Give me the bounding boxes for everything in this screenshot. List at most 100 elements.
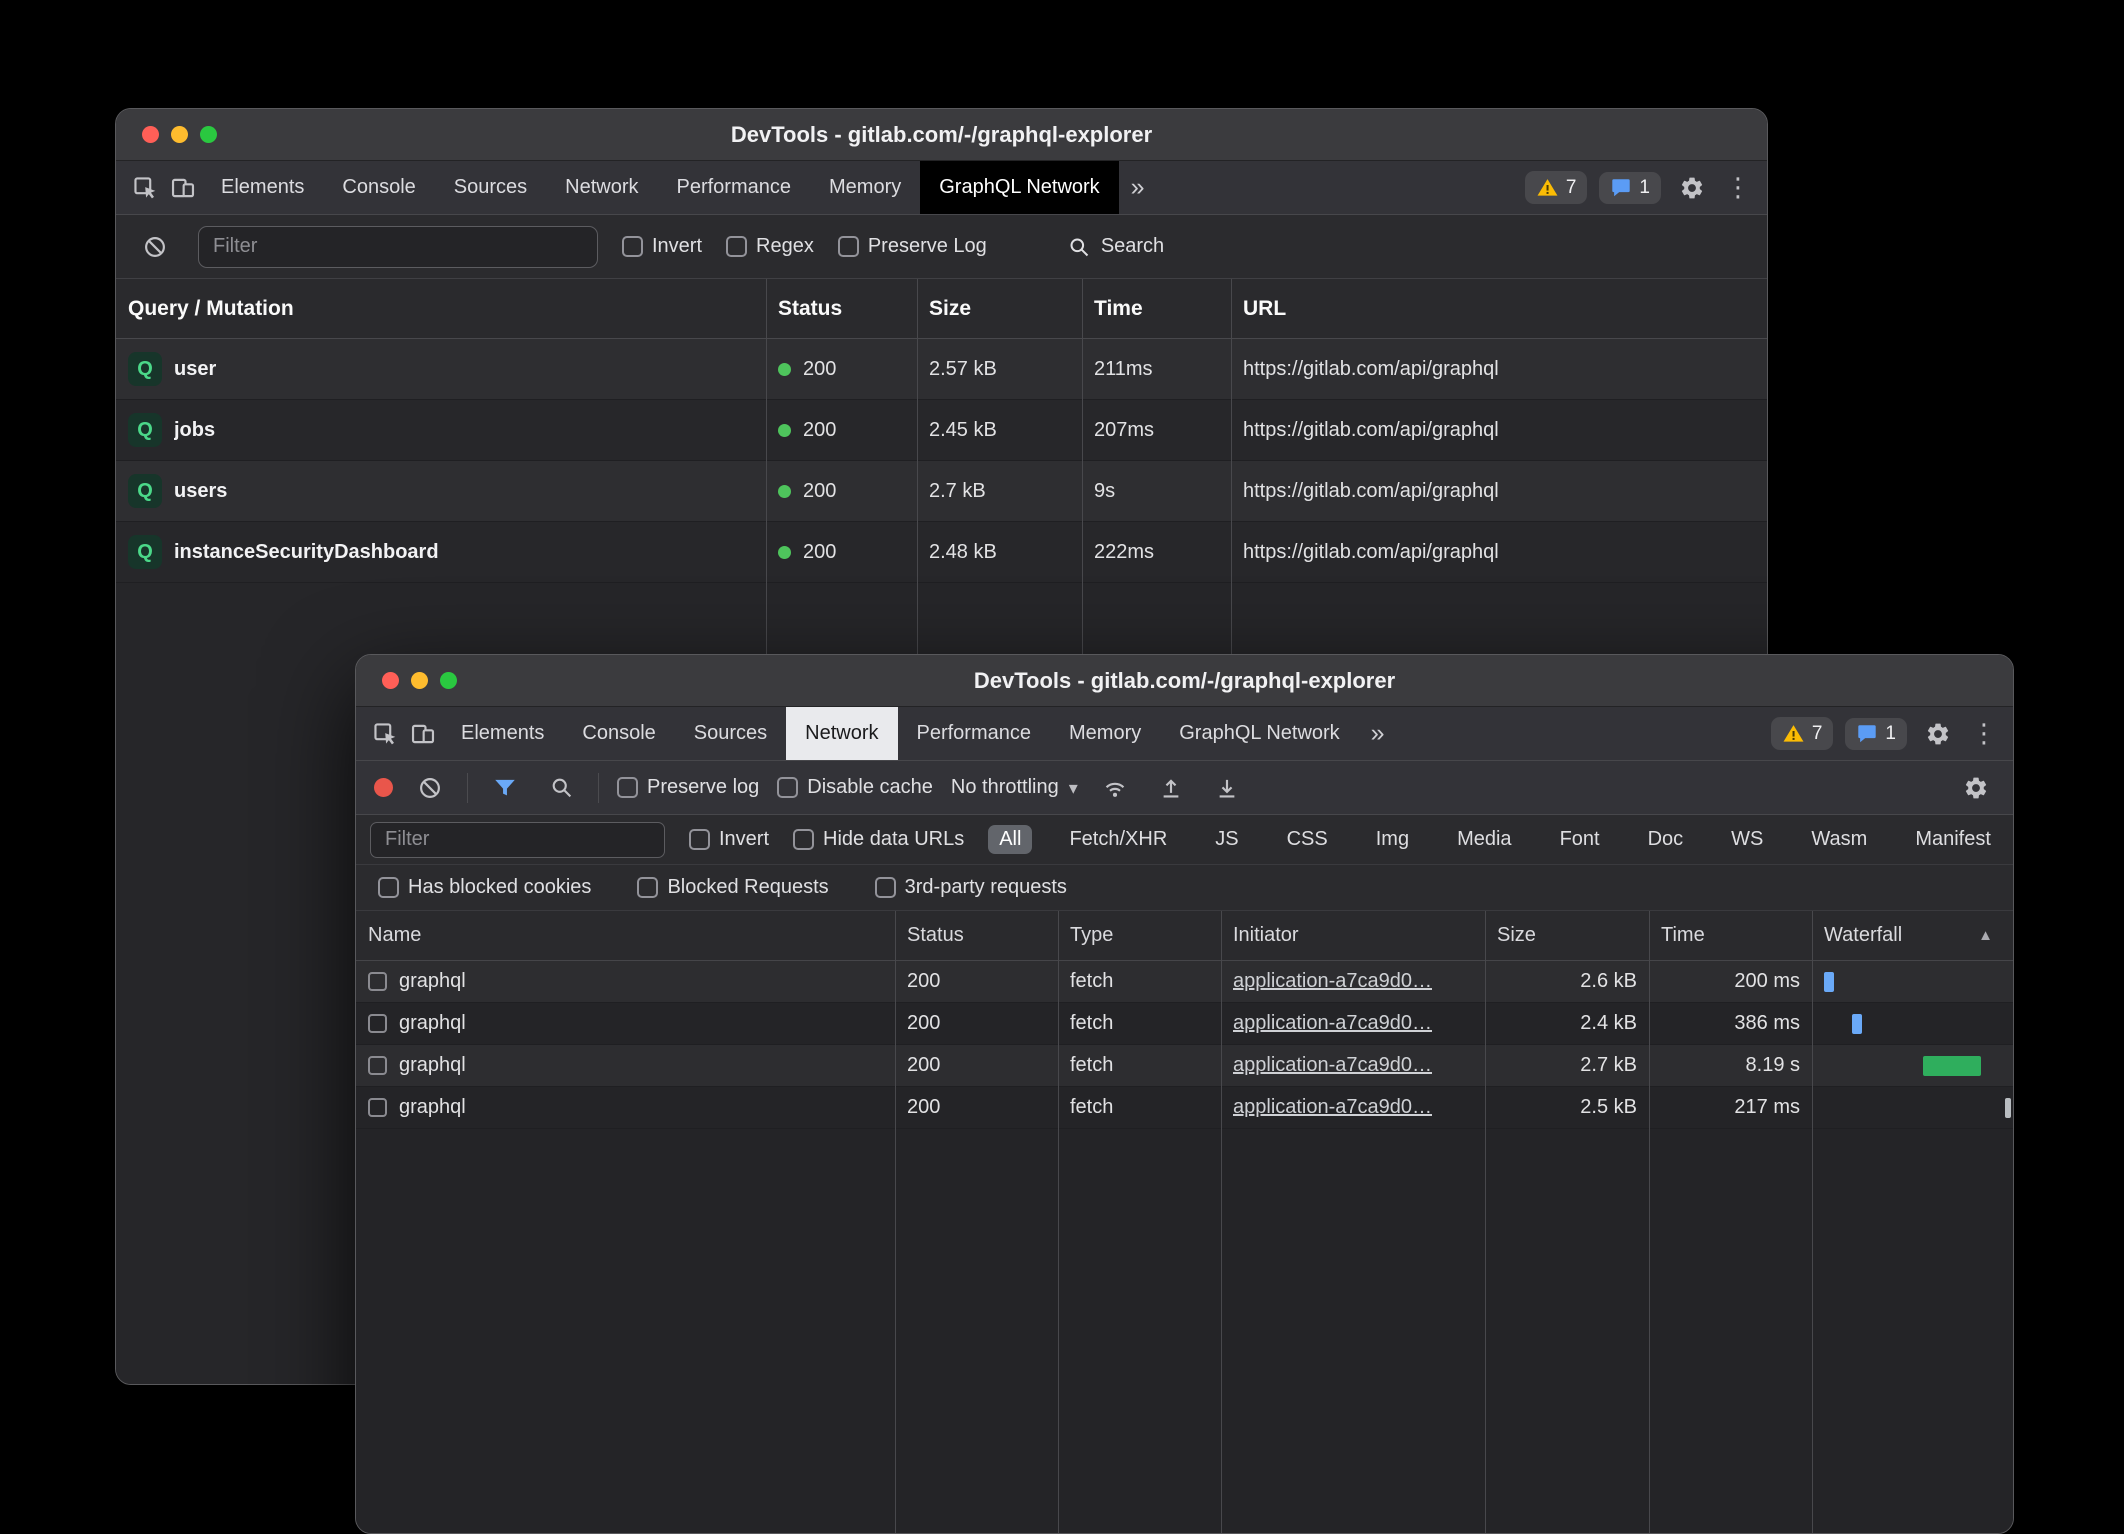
har-export-icon[interactable]	[1152, 769, 1190, 807]
graphql-filter-input[interactable]	[198, 226, 598, 268]
request-row[interactable]: graphql 200 fetch application-a7ca9d0… 2…	[356, 961, 2013, 1003]
close-button[interactable]	[142, 126, 159, 143]
type-filter-manifest[interactable]: Manifest	[1904, 825, 2002, 854]
type-filter-wasm[interactable]: Wasm	[1800, 825, 1878, 854]
initiator-link[interactable]: application-a7ca9d0…	[1233, 970, 1432, 993]
type-filter-img[interactable]: Img	[1365, 825, 1420, 854]
invert-checkbox[interactable]	[689, 829, 710, 850]
type-filter-all[interactable]: All	[988, 825, 1032, 854]
request-checkbox[interactable]	[368, 1014, 387, 1033]
blocked-requests-checkbox[interactable]	[637, 877, 658, 898]
tab-network[interactable]: Network	[786, 707, 897, 760]
request-checkbox[interactable]	[368, 1056, 387, 1075]
tab-console[interactable]: Console	[563, 707, 674, 760]
minimize-button[interactable]	[171, 126, 188, 143]
tab-overflow-chevron-icon[interactable]: »	[1359, 721, 1397, 746]
request-checkbox[interactable]	[368, 1098, 387, 1117]
warnings-badge[interactable]: 7	[1525, 171, 1588, 204]
window-titlebar[interactable]: DevTools - gitlab.com/-/graphql-explorer	[116, 109, 1767, 161]
disable-cache-label[interactable]: Disable cache	[807, 776, 933, 799]
minimize-button[interactable]	[411, 672, 428, 689]
clear-icon[interactable]	[136, 228, 174, 266]
type-filter-ws[interactable]: WS	[1720, 825, 1774, 854]
inspect-element-icon[interactable]	[126, 169, 164, 207]
tab-elements[interactable]: Elements	[442, 707, 563, 760]
type-filter-css[interactable]: CSS	[1276, 825, 1339, 854]
throttling-select[interactable]: No throttling ▾	[951, 776, 1078, 799]
filter-funnel-icon[interactable]	[486, 769, 524, 807]
has-blocked-cookies-label[interactable]: Has blocked cookies	[408, 876, 591, 899]
column-header-status[interactable]: Status	[895, 911, 1058, 960]
third-party-requests-label[interactable]: 3rd-party requests	[905, 876, 1067, 899]
preserve-log-checkbox[interactable]	[838, 236, 859, 257]
request-row[interactable]: graphql 200 fetch application-a7ca9d0… 2…	[356, 1045, 2013, 1087]
network-filter-input[interactable]	[370, 822, 665, 858]
network-settings-gear-icon[interactable]	[1957, 769, 1995, 807]
column-header-url[interactable]: URL	[1231, 279, 1767, 338]
tab-graphql-network[interactable]: GraphQL Network	[920, 161, 1118, 214]
search-toggle[interactable]: Search	[1067, 235, 1164, 259]
column-header-name[interactable]: Name	[356, 911, 895, 960]
has-blocked-cookies-checkbox[interactable]	[378, 877, 399, 898]
tab-overflow-chevron-icon[interactable]: »	[1119, 175, 1157, 200]
record-button[interactable]	[374, 778, 393, 797]
request-checkbox[interactable]	[368, 972, 387, 991]
tab-console[interactable]: Console	[323, 161, 434, 214]
preserve-log-label[interactable]: Preserve Log	[868, 235, 987, 258]
settings-gear-icon[interactable]	[1919, 715, 1957, 753]
window-titlebar[interactable]: DevTools - gitlab.com/-/graphql-explorer	[356, 655, 2013, 707]
type-filter-media[interactable]: Media	[1446, 825, 1522, 854]
settings-gear-icon[interactable]	[1673, 169, 1711, 207]
device-toolbar-icon[interactable]	[164, 169, 202, 207]
tab-memory[interactable]: Memory	[1050, 707, 1160, 760]
column-header-size[interactable]: Size	[917, 279, 1082, 338]
clear-network-log-icon[interactable]	[411, 769, 449, 807]
close-button[interactable]	[382, 672, 399, 689]
inspect-element-icon[interactable]	[366, 715, 404, 753]
column-header-status[interactable]: Status	[766, 279, 917, 338]
initiator-link[interactable]: application-a7ca9d0…	[1233, 1054, 1432, 1077]
network-conditions-icon[interactable]	[1096, 769, 1134, 807]
preserve-log-label[interactable]: Preserve log	[647, 776, 759, 799]
initiator-link[interactable]: application-a7ca9d0…	[1233, 1012, 1432, 1035]
disable-cache-checkbox[interactable]	[777, 777, 798, 798]
tab-network[interactable]: Network	[546, 161, 657, 214]
blocked-requests-label[interactable]: Blocked Requests	[667, 876, 828, 899]
issues-badge[interactable]: 1	[1599, 172, 1661, 204]
column-header-size[interactable]: Size	[1485, 911, 1649, 960]
initiator-link[interactable]: application-a7ca9d0…	[1233, 1096, 1432, 1119]
har-import-icon[interactable]	[1208, 769, 1246, 807]
tab-sources[interactable]: Sources	[435, 161, 546, 214]
hide-data-urls-checkbox[interactable]	[793, 829, 814, 850]
query-row[interactable]: Q user 200 2.57 kB 211ms https://gitlab.…	[116, 339, 1767, 400]
tab-elements[interactable]: Elements	[202, 161, 323, 214]
column-header-waterfall[interactable]: Waterfall ▲	[1812, 911, 2013, 960]
query-row[interactable]: Q jobs 200 2.45 kB 207ms https://gitlab.…	[116, 400, 1767, 461]
type-filter-font[interactable]: Font	[1549, 825, 1611, 854]
type-filter-doc[interactable]: Doc	[1637, 825, 1695, 854]
tab-performance[interactable]: Performance	[658, 161, 811, 214]
issues-badge[interactable]: 1	[1845, 718, 1907, 750]
invert-checkbox[interactable]	[622, 236, 643, 257]
regex-label[interactable]: Regex	[756, 235, 814, 258]
regex-checkbox[interactable]	[726, 236, 747, 257]
tab-graphql-network[interactable]: GraphQL Network	[1160, 707, 1358, 760]
query-row[interactable]: Q users 200 2.7 kB 9s https://gitlab.com…	[116, 461, 1767, 522]
zoom-button[interactable]	[440, 672, 457, 689]
kebab-menu-icon[interactable]: ⋮	[1723, 169, 1753, 207]
type-filter-fetch-xhr[interactable]: Fetch/XHR	[1058, 825, 1178, 854]
zoom-button[interactable]	[200, 126, 217, 143]
warnings-badge[interactable]: 7	[1771, 717, 1834, 750]
invert-label[interactable]: Invert	[652, 235, 702, 258]
column-header-time[interactable]: Time	[1082, 279, 1231, 338]
column-header-time[interactable]: Time	[1649, 911, 1812, 960]
column-header-initiator[interactable]: Initiator	[1221, 911, 1485, 960]
network-search-icon[interactable]	[542, 769, 580, 807]
tab-sources[interactable]: Sources	[675, 707, 786, 760]
query-row[interactable]: Q instanceSecurityDashboard 200 2.48 kB …	[116, 522, 1767, 583]
invert-label[interactable]: Invert	[719, 828, 769, 851]
tab-memory[interactable]: Memory	[810, 161, 920, 214]
request-row[interactable]: graphql 200 fetch application-a7ca9d0… 2…	[356, 1087, 2013, 1129]
device-toolbar-icon[interactable]	[404, 715, 442, 753]
kebab-menu-icon[interactable]: ⋮	[1969, 715, 1999, 753]
